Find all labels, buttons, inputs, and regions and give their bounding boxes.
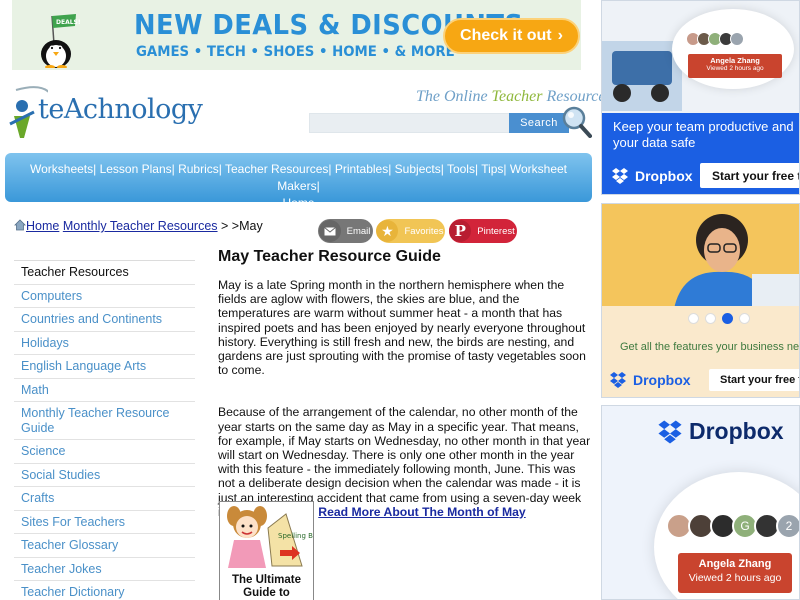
- sidebar-heading: Teacher Resources: [14, 260, 195, 284]
- main-nav: Worksheets| Lesson Plans| Rubrics| Teach…: [5, 153, 592, 210]
- start-free-trial-button[interactable]: Start your free tr: [700, 163, 799, 188]
- badge-status: Viewed 2 hours ago: [688, 572, 782, 584]
- carousel-dot-active[interactable]: [722, 313, 733, 324]
- carousel-dot[interactable]: [705, 313, 716, 324]
- dropbox-ad-1[interactable]: Angela Zhang Viewed 2 hours ago Keep you…: [601, 0, 800, 195]
- sidebar-item-computers[interactable]: Computers: [14, 283, 195, 308]
- ad-subline: GAMES • TECH • SHOES • HOME • & MORE: [136, 44, 455, 60]
- avatar-row: [686, 32, 744, 46]
- logo-text: teAchnology: [38, 94, 203, 125]
- carousel-dot[interactable]: [739, 313, 750, 324]
- dropbox-icon: [610, 372, 626, 388]
- spelling-bee-sign: Spelling Bee: [278, 532, 314, 540]
- breadcrumb: Home Monthly Teacher Resources > >May: [14, 219, 263, 233]
- dropbox-ad-3[interactable]: Dropbox G 2 Angela Zhang Viewed 2 hours …: [601, 405, 800, 600]
- sidebar-item-sites-for-teachers[interactable]: Sites For Teachers: [14, 509, 195, 534]
- sidebar-item-social-studies[interactable]: Social Studies: [14, 462, 195, 487]
- sidebar: Teacher Resources Computers Countries an…: [14, 260, 195, 600]
- spelling-guide-book-image[interactable]: Spelling Bee The Ultimate Guide to Spell…: [219, 501, 314, 600]
- nav-worksheets[interactable]: Worksheets: [30, 162, 93, 176]
- sidebar-item-monthly-guide[interactable]: Monthly Teacher Resource Guide: [14, 401, 195, 439]
- sidebar-item-teacher-jokes[interactable]: Teacher Jokes: [14, 556, 195, 581]
- nav-tips[interactable]: Tips: [481, 162, 503, 176]
- badge-user-name: Angela Zhang: [710, 56, 760, 65]
- sidebar-item-science[interactable]: Science: [14, 439, 195, 463]
- sidebar-item-countries[interactable]: Countries and Continents: [14, 307, 195, 331]
- dropbox-logo: Dropbox: [611, 168, 693, 184]
- article-paragraph-1: May is a late Spring month in the northe…: [218, 278, 586, 378]
- avatar-count: 2: [776, 513, 799, 539]
- avatar: [730, 32, 744, 46]
- dropbox-icon: [658, 419, 682, 444]
- pinterest-icon: P: [449, 220, 472, 242]
- pinterest-label: Pinterest: [477, 225, 515, 237]
- teachnology-logo[interactable]: teAchnology: [8, 82, 208, 142]
- avatar-row: G 2: [666, 513, 799, 539]
- email-share-button[interactable]: Email: [318, 219, 373, 243]
- sidebar-item-math[interactable]: Math: [14, 377, 195, 402]
- sidebar-item-holidays[interactable]: Holidays: [14, 330, 195, 355]
- sidebar-item-teacher-dictionary[interactable]: Teacher Dictionary: [14, 580, 195, 600]
- nav-rubrics[interactable]: Rubrics: [178, 162, 219, 176]
- badge-user-name: Angela Zhang: [698, 558, 772, 570]
- penguin-mascot-icon: DEALS!: [41, 14, 81, 68]
- breadcrumb-home-link[interactable]: Home: [26, 219, 59, 233]
- nav-printables[interactable]: Printables: [335, 162, 388, 176]
- envelope-icon: [318, 220, 341, 242]
- favorites-button[interactable]: ★ Favorites: [376, 219, 445, 243]
- start-free-trial-button[interactable]: Start your free tr: [709, 369, 799, 391]
- top-banner-ad[interactable]: DEALS! NEW DEALS & DISCOUNTS GAMES • TEC…: [12, 0, 581, 70]
- dropbox-icon: [612, 168, 628, 184]
- check-it-out-button[interactable]: Check it out ›: [443, 18, 580, 54]
- breadcrumb-section-link[interactable]: Monthly Teacher Resources: [63, 219, 218, 233]
- dropbox-ad-2[interactable]: Get all the features your business ne Dr…: [601, 203, 800, 398]
- email-label: Email: [346, 225, 371, 237]
- badge-status: Viewed 2 hours ago: [706, 65, 764, 72]
- deals-badge-text: DEALS!: [56, 19, 81, 26]
- sidebar-item-teacher-glossary[interactable]: Teacher Glossary: [14, 533, 195, 557]
- article: May Teacher Resource Guide May is a late…: [218, 248, 591, 519]
- carousel-dot[interactable]: [688, 313, 699, 324]
- nav-tools[interactable]: Tools: [447, 162, 475, 176]
- ad-robot-toy-illustration: [602, 41, 682, 111]
- carousel-dots: [688, 313, 750, 324]
- chevron-right-icon: ›: [557, 27, 563, 44]
- viewed-badge: Angela Zhang Viewed 2 hours ago: [678, 553, 792, 593]
- sidebar-item-english[interactable]: English Language Arts: [14, 354, 195, 378]
- nav-teacher-resources[interactable]: Teacher Resources: [225, 162, 328, 176]
- cta-label: Check it out: [460, 27, 552, 44]
- magnifier-icon[interactable]: [560, 104, 592, 138]
- book-title: The Ultimate Guide to Spelling: [231, 574, 301, 599]
- ad2-headline: Get all the features your business ne: [620, 341, 800, 353]
- ad-person-illustration: [674, 214, 799, 309]
- pinterest-button[interactable]: P Pinterest: [449, 219, 517, 243]
- read-more-link[interactable]: Read More About The Month of May: [318, 505, 525, 519]
- spelling-bee-girl-illustration: Spelling Bee: [227, 506, 314, 568]
- breadcrumb-current: >May: [231, 219, 263, 233]
- star-icon: ★: [376, 220, 399, 242]
- home-icon[interactable]: [14, 219, 26, 231]
- ad1-headline: Keep your team productive and your data …: [613, 119, 794, 150]
- dropbox-logo: Dropbox: [609, 372, 691, 388]
- nav-subjects[interactable]: Subjects: [395, 162, 441, 176]
- nav-home[interactable]: Home: [282, 196, 314, 210]
- sidebar-item-crafts[interactable]: Crafts: [14, 486, 195, 510]
- page-title: May Teacher Resource Guide: [218, 248, 441, 265]
- favorites-label: Favorites: [404, 225, 444, 237]
- viewed-badge: Angela Zhang Viewed 2 hours ago: [688, 54, 782, 78]
- dropbox-logo: Dropbox: [657, 418, 784, 445]
- breadcrumb-separator: >: [217, 219, 232, 233]
- nav-lesson-plans[interactable]: Lesson Plans: [100, 162, 172, 176]
- search-input[interactable]: [309, 113, 510, 133]
